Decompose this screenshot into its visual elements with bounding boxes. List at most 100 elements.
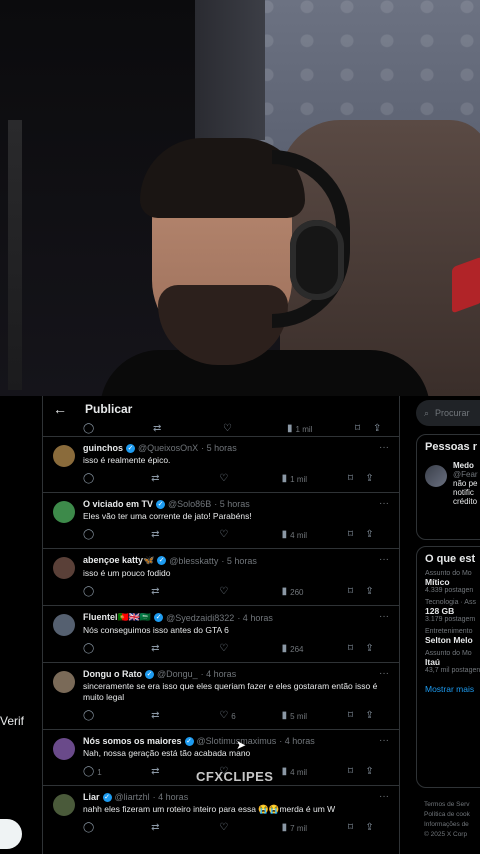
more-options-icon[interactable]: ··· xyxy=(379,442,389,453)
avatar[interactable] xyxy=(53,794,75,816)
repost-icon[interactable]: ⇄ xyxy=(151,474,159,484)
reply-icon[interactable]: ◯ xyxy=(83,587,94,597)
like-icon[interactable]: ♡ xyxy=(219,823,228,833)
post-item[interactable]: Dongu o Rato ✓ @Dongu_ · 4 horas ··· sin… xyxy=(43,662,399,723)
share-icon[interactable]: ⇪ xyxy=(365,644,373,654)
footer-link[interactable]: Termos de Serv xyxy=(424,800,470,810)
reply-icon[interactable]: ◯ xyxy=(83,711,94,721)
like-icon[interactable]: ♡ xyxy=(219,474,228,484)
sidebar-footer: Termos de Serv Política de cook Informaç… xyxy=(424,800,470,840)
post-author-handle[interactable]: @blesskatty xyxy=(169,556,218,566)
views-icon[interactable]: ▮ xyxy=(282,474,288,484)
more-options-icon[interactable]: ··· xyxy=(379,668,389,679)
views-icon[interactable]: ▮ xyxy=(287,424,293,434)
more-options-icon[interactable]: ··· xyxy=(379,498,389,509)
trend-item[interactable]: Assunto do Mo Itaú 43,7 mil postagen xyxy=(417,645,480,674)
reply-icon[interactable]: ◯ xyxy=(83,767,94,777)
repost-icon[interactable]: ⇄ xyxy=(151,644,159,654)
post-item[interactable]: Fluentel🇵🇹🇬🇧🇸🇦 ✓ @Syedzaidi8322 · 4 hora… xyxy=(43,605,399,656)
views-icon[interactable]: ▮ xyxy=(282,823,288,833)
back-arrow-icon[interactable]: ← xyxy=(53,401,71,417)
bookmark-icon[interactable]: ⌑ xyxy=(348,767,353,777)
views-icon[interactable]: ▮ xyxy=(282,530,288,540)
trend-item[interactable]: Tecnologia · Ass 128 GB 3.179 postagem xyxy=(417,594,480,623)
bookmark-icon[interactable]: ⌑ xyxy=(348,587,353,597)
views-icon[interactable]: ▮ xyxy=(282,644,288,654)
views-icon[interactable]: ▮ xyxy=(282,767,288,777)
post-author-handle[interactable]: @QueixosOnX xyxy=(138,443,198,453)
share-icon[interactable]: ⇪ xyxy=(365,587,373,597)
post-author-name[interactable]: Dongu o Rato xyxy=(83,669,142,679)
reply-icon[interactable]: ◯ xyxy=(83,424,94,434)
views-icon[interactable]: ▮ xyxy=(282,711,288,721)
repost-icon[interactable]: ⇄ xyxy=(151,823,159,833)
bookmark-icon[interactable]: ⌑ xyxy=(348,474,353,484)
like-icon[interactable]: ♡ xyxy=(219,711,228,721)
share-icon[interactable]: ⇪ xyxy=(365,767,373,777)
avatar[interactable] xyxy=(53,614,75,636)
bookmark-icon[interactable]: ⌑ xyxy=(348,530,353,540)
search-input[interactable]: ⌕ Procurar xyxy=(416,400,480,426)
trend-count: 43,7 mil postagen xyxy=(425,667,480,674)
repost-icon[interactable]: ⇄ xyxy=(151,711,159,721)
trends-card: O que est Assunto do Mo Mítico 4.339 pos… xyxy=(416,546,480,788)
avatar[interactable] xyxy=(53,738,75,760)
repost-icon[interactable]: ⇄ xyxy=(151,530,159,540)
post-item[interactable]: Liar ✓ @liartzhl · 4 horas ··· nahh eles… xyxy=(43,785,399,835)
post-button[interactable] xyxy=(0,819,22,849)
post-author-handle[interactable]: @Dongu_ xyxy=(157,669,198,679)
more-options-icon[interactable]: ··· xyxy=(379,611,389,622)
reply-icon[interactable]: ◯ xyxy=(83,474,94,484)
more-options-icon[interactable]: ··· xyxy=(379,554,389,565)
post-author-name[interactable]: abençoe katty🦋 xyxy=(83,555,154,566)
reply-icon[interactable]: ◯ xyxy=(83,644,94,654)
verified-nav-fragment[interactable]: Verif xyxy=(0,714,24,728)
like-icon[interactable]: ♡ xyxy=(219,587,228,597)
share-icon[interactable]: ⇪ xyxy=(365,823,373,833)
show-more-link[interactable]: Mostrar mais xyxy=(417,674,480,704)
trend-item[interactable]: Entretenimento Selton Melo xyxy=(417,623,480,645)
verified-badge-icon: ✓ xyxy=(102,792,112,802)
views-count: 4 mil xyxy=(290,530,308,540)
post-author-name[interactable]: Nós somos os maiores xyxy=(83,736,182,746)
suggested-user[interactable]: Medo @Fear não pe notific crédito xyxy=(417,453,480,514)
post-author-handle[interactable]: @Syedzaidi8322 xyxy=(166,613,234,623)
avatar[interactable] xyxy=(53,671,75,693)
share-icon[interactable]: ⇪ xyxy=(365,711,373,721)
footer-link[interactable]: Política de cook xyxy=(424,810,470,820)
share-icon[interactable]: ⇪ xyxy=(373,424,381,434)
post-item[interactable]: O viciado em TV ✓ @Solo86B · 5 horas ···… xyxy=(43,492,399,542)
bookmark-icon[interactable]: ⌑ xyxy=(348,711,353,721)
post-author-name[interactable]: O viciado em TV xyxy=(83,499,153,509)
footer-link[interactable]: Informações de xyxy=(424,820,470,830)
like-icon[interactable]: ♡ xyxy=(219,644,228,654)
bookmark-icon[interactable]: ⌑ xyxy=(355,424,360,434)
more-options-icon[interactable]: ··· xyxy=(379,791,389,802)
post-author-handle[interactable]: @liartzhl xyxy=(115,792,150,802)
views-icon[interactable]: ▮ xyxy=(282,587,288,597)
post-item[interactable]: guinchos ✓ @QueixosOnX · 5 horas ··· iss… xyxy=(43,436,399,486)
post-author-name[interactable]: Liar xyxy=(83,792,100,802)
avatar[interactable] xyxy=(425,465,447,487)
bookmark-icon[interactable]: ⌑ xyxy=(348,644,353,654)
avatar[interactable] xyxy=(53,445,75,467)
share-icon[interactable]: ⇪ xyxy=(365,530,373,540)
post-author-name[interactable]: Fluentel🇵🇹🇬🇧🇸🇦 xyxy=(83,612,151,623)
trend-item[interactable]: Assunto do Mo Mítico 4.339 postagen xyxy=(417,565,480,594)
avatar[interactable] xyxy=(53,557,75,579)
post-author-handle[interactable]: @Solo86B xyxy=(168,499,211,509)
more-options-icon[interactable]: ··· xyxy=(379,735,389,746)
reply-icon[interactable]: ◯ xyxy=(83,530,94,540)
post-author-name[interactable]: guinchos xyxy=(83,443,123,453)
bookmark-icon[interactable]: ⌑ xyxy=(348,823,353,833)
repost-icon[interactable]: ⇄ xyxy=(151,587,159,597)
reply-icon[interactable]: ◯ xyxy=(83,823,94,833)
like-icon[interactable]: ♡ xyxy=(219,530,228,540)
like-icon[interactable]: ♡ xyxy=(223,424,232,434)
avatar[interactable] xyxy=(53,501,75,523)
screen-capture: Verif ← Publicar ◯ ⇄ ♡ ▮ 1 mil ⌑ ⇪ guinch… xyxy=(0,396,480,854)
share-icon[interactable]: ⇪ xyxy=(365,474,373,484)
repost-icon[interactable]: ⇄ xyxy=(153,424,161,434)
post-item[interactable]: abençoe katty🦋 ✓ @blesskatty · 5 horas ·… xyxy=(43,548,399,599)
repost-icon[interactable]: ⇄ xyxy=(151,767,159,777)
